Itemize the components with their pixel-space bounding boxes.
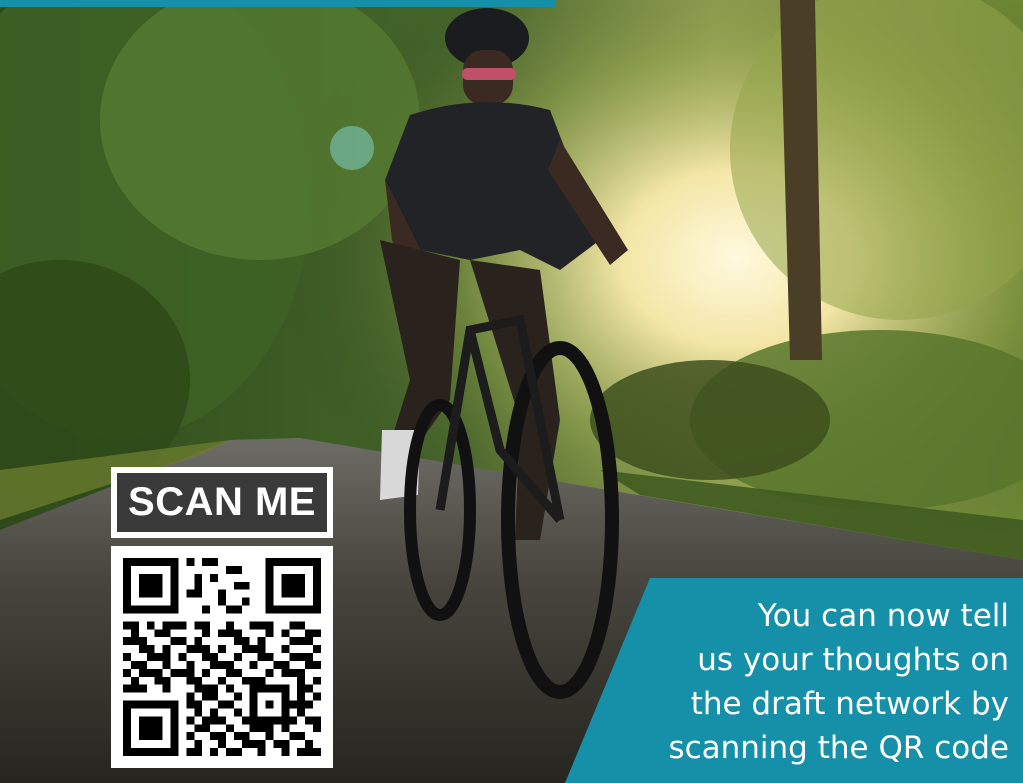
- cta-line: us your thoughts on: [697, 642, 1009, 678]
- qr-code-icon: [123, 558, 321, 756]
- cta-line: the draft network by: [690, 686, 1009, 722]
- top-accent-strip: [0, 0, 556, 7]
- cta-message: You can now tell us your thoughts on the…: [589, 594, 1009, 770]
- poster: SCAN ME You can now tell us your thought…: [0, 0, 1023, 783]
- scan-me-text: SCAN ME: [117, 473, 327, 532]
- qr-code[interactable]: [111, 546, 333, 768]
- scan-me-label: SCAN ME: [111, 467, 333, 538]
- cta-panel: You can now tell us your thoughts on the…: [565, 578, 1023, 783]
- cta-line: scanning the QR code: [668, 730, 1009, 766]
- cta-line: You can now tell: [757, 598, 1009, 634]
